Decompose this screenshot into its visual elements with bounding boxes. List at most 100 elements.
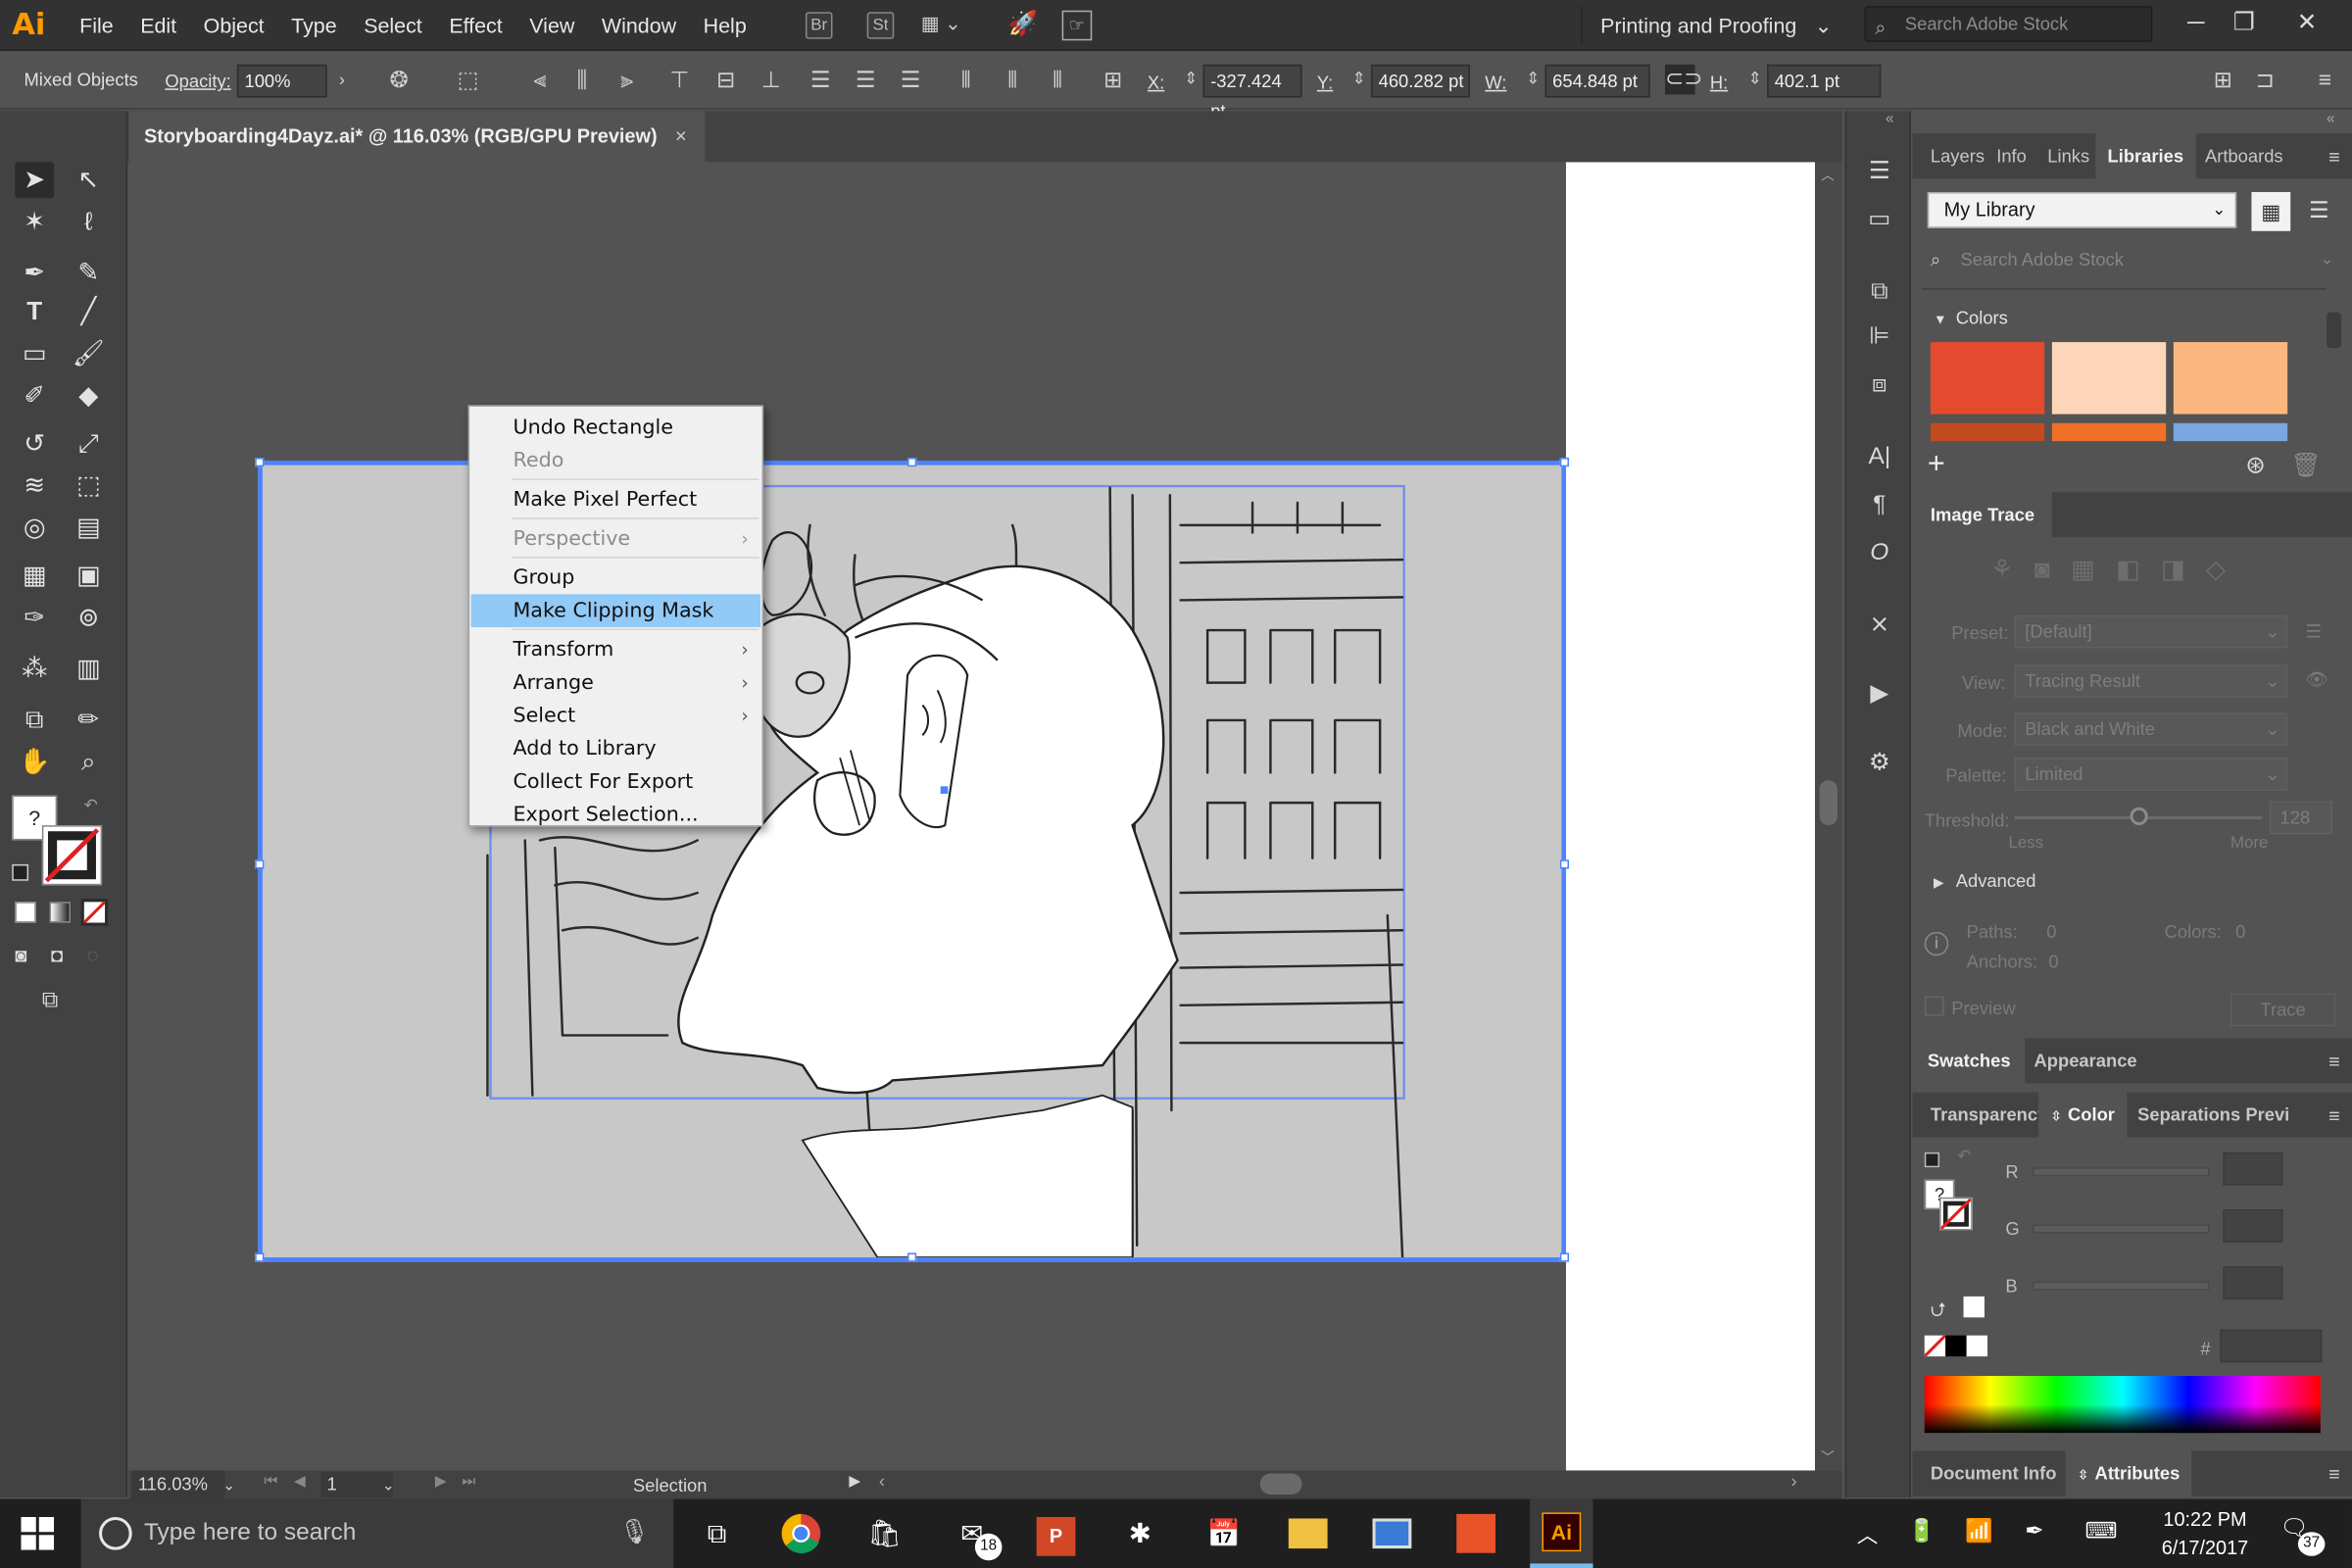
shaper-tool-icon[interactable]: ✐ (15, 378, 54, 415)
slack-icon[interactable]: ✱ (1113, 1506, 1167, 1560)
draw-behind-icon[interactable]: ◘ (51, 944, 63, 966)
document-tab[interactable]: Storyboarding4Dayz.ai* @ 116.03% (RGB/GP… (128, 111, 705, 163)
character-icon[interactable]: A| (1861, 441, 1897, 474)
show-hidden-icons-icon[interactable]: ︿ (1857, 1520, 1878, 1550)
free-transform-tool-icon[interactable]: ⬚ (69, 468, 108, 505)
hand-tool-icon[interactable]: ✋ (15, 744, 54, 780)
status-menu-arrow-icon[interactable]: ▶ (849, 1474, 860, 1491)
h-field[interactable]: 402.1 pt (1767, 64, 1882, 98)
color-stroke-swatch[interactable] (1939, 1197, 1973, 1231)
opacity-arrow-icon[interactable]: › (327, 65, 358, 95)
tab-links[interactable]: Links (2047, 133, 2089, 178)
restore-button[interactable]: ❐ (2217, 3, 2271, 45)
vertical-scrollbar[interactable]: ︿ ﹀ (1815, 162, 1842, 1471)
zoom-field[interactable]: 116.03% ⌄ (131, 1470, 235, 1499)
menu-window[interactable]: Window (588, 0, 690, 51)
minimize-button[interactable]: ─ (2169, 3, 2223, 45)
menu-item-transform[interactable]: Transform › (471, 633, 760, 666)
align-center-icon[interactable]: ⫼ (567, 66, 598, 96)
resize-handle[interactable] (1559, 1252, 1570, 1262)
calendar-icon[interactable]: 📅 (1197, 1506, 1250, 1560)
recolor-artwork-icon[interactable]: ❂ (384, 66, 415, 96)
opacity-label[interactable]: Opacity: (165, 71, 230, 91)
r-slider[interactable] (2032, 1167, 2210, 1177)
collapse-icon[interactable]: « (1886, 111, 1894, 127)
last-artboard-icon[interactable]: ⏭ (462, 1474, 475, 1491)
artboard-tool-icon[interactable]: ⧉ (15, 703, 54, 739)
transform-panel-icon[interactable]: ⨯ (1861, 610, 1897, 643)
taskbar-search-input[interactable]: Type here to search 🎙 (80, 1498, 674, 1568)
chrome-icon[interactable] (774, 1506, 828, 1560)
gradient-tool-icon[interactable]: ▣ (69, 559, 108, 595)
swap-icon[interactable]: ↶ (1957, 1147, 1971, 1165)
pathfinder-icon[interactable]: ⧈ (1861, 369, 1897, 403)
menu-view[interactable]: View (516, 0, 589, 51)
w-field[interactable]: 654.848 pt (1544, 64, 1650, 98)
current-tool-label[interactable]: Selection (633, 1475, 708, 1495)
b-field[interactable] (2223, 1266, 2283, 1299)
tab-info[interactable]: Info (1996, 133, 2027, 178)
bridge-icon[interactable]: Br (805, 12, 833, 39)
arrange-documents-icon[interactable]: ▦ ⌄ (921, 12, 972, 39)
menu-item-make-pixel-perfect[interactable]: Make Pixel Perfect (471, 483, 760, 516)
screen-mode-icon[interactable]: ⧉ (42, 987, 58, 1012)
distribute-middle-icon[interactable]: ☰ (851, 66, 881, 96)
menu-select[interactable]: Select (350, 0, 435, 51)
resize-handle[interactable] (255, 457, 265, 467)
library-search-input[interactable]: ⌕ Search Adobe Stock ⌄ (1928, 243, 2340, 276)
hex-field[interactable] (2220, 1329, 2323, 1363)
align-top-icon[interactable]: ⊤ (664, 66, 695, 96)
paragraph-icon[interactable]: ¶ (1861, 489, 1897, 522)
tab-swatches[interactable]: Swatches (1912, 1038, 2026, 1084)
menu-item-export-selection[interactable]: Export Selection... (471, 799, 760, 832)
constrain-proportions-icon[interactable]: ⊂⊃ (1664, 64, 1702, 95)
horizontal-scroll-thumb[interactable] (1259, 1473, 1302, 1494)
web-safe-swatch[interactable] (1963, 1296, 1984, 1318)
first-artboard-icon[interactable]: ⏮ (264, 1474, 277, 1491)
menu-item-group[interactable]: Group (471, 562, 760, 595)
list-view-icon[interactable]: ☰ (2299, 192, 2338, 231)
panel-menu-icon[interactable]: ≡ (2328, 1051, 2340, 1073)
stroke-swatch[interactable] (41, 825, 103, 886)
g-field[interactable] (2223, 1209, 2283, 1243)
y-stepper-icon[interactable]: ⇕ (1344, 65, 1374, 95)
artboard-number-field[interactable]: 1 ⌄ (320, 1472, 395, 1498)
artboards-icon[interactable]: ⧉ (1861, 276, 1897, 310)
library-select[interactable]: My Library ⌄ (1927, 191, 2237, 228)
library-color-swatch[interactable] (2051, 422, 2167, 442)
curvature-tool-icon[interactable]: ✎ (69, 255, 108, 291)
stock-icon[interactable]: St (866, 12, 895, 39)
tab-attributes[interactable]: ⇳ Attributes (2065, 1450, 2192, 1496)
menu-item-select[interactable]: Select › (471, 699, 760, 732)
none-swatch[interactable] (1923, 1334, 1947, 1358)
grid-view-icon[interactable]: ▦ (2251, 191, 2291, 231)
swap-fill-stroke-icon[interactable]: ↶ (84, 795, 98, 814)
blend-tool-icon[interactable]: ⊚ (69, 600, 108, 636)
panel-menu-icon[interactable]: ≡ (2328, 1104, 2340, 1127)
keyboard-icon[interactable]: ⌨ (2085, 1517, 2118, 1544)
menu-type[interactable]: Type (277, 0, 350, 51)
align-to-icon[interactable]: ⬚ (453, 66, 483, 96)
menu-item-arrange[interactable]: Arrange › (471, 666, 760, 700)
x-stepper-icon[interactable]: ⇕ (1176, 65, 1206, 95)
tab-layers[interactable]: Layers (1931, 133, 1984, 178)
align-icon[interactable]: ⊫ (1861, 321, 1897, 355)
canvas[interactable] (128, 162, 1816, 1471)
taskbar-clock[interactable]: 10:22 PM 6/17/2017 (2145, 1505, 2265, 1562)
eyedropper-tool-icon[interactable]: ✑ (15, 600, 54, 636)
mail-icon[interactable]: ✉ 18 (945, 1506, 1003, 1561)
align-middle-icon[interactable]: ⊟ (711, 66, 742, 96)
action-center-icon[interactable]: 🗨 37 (2280, 1514, 2326, 1556)
none-mode-icon[interactable] (80, 899, 109, 926)
transform-icon[interactable]: ⊞ (2208, 66, 2238, 96)
scroll-down-icon[interactable]: ﹀ (1821, 1446, 1835, 1466)
magic-wand-tool-icon[interactable]: ✶ (15, 204, 54, 240)
mesh-tool-icon[interactable]: ▦ (15, 559, 54, 595)
resize-handle[interactable] (907, 1252, 917, 1262)
resize-handle[interactable] (1559, 457, 1570, 467)
opacity-field[interactable]: 100% (236, 64, 327, 98)
tab-libraries[interactable]: Libraries (2095, 133, 2196, 179)
panel-menu-icon[interactable]: ≡ (2328, 146, 2340, 169)
type-tool-icon[interactable]: T (15, 294, 54, 330)
tab-transparency[interactable]: Transparency (1931, 1093, 2047, 1138)
